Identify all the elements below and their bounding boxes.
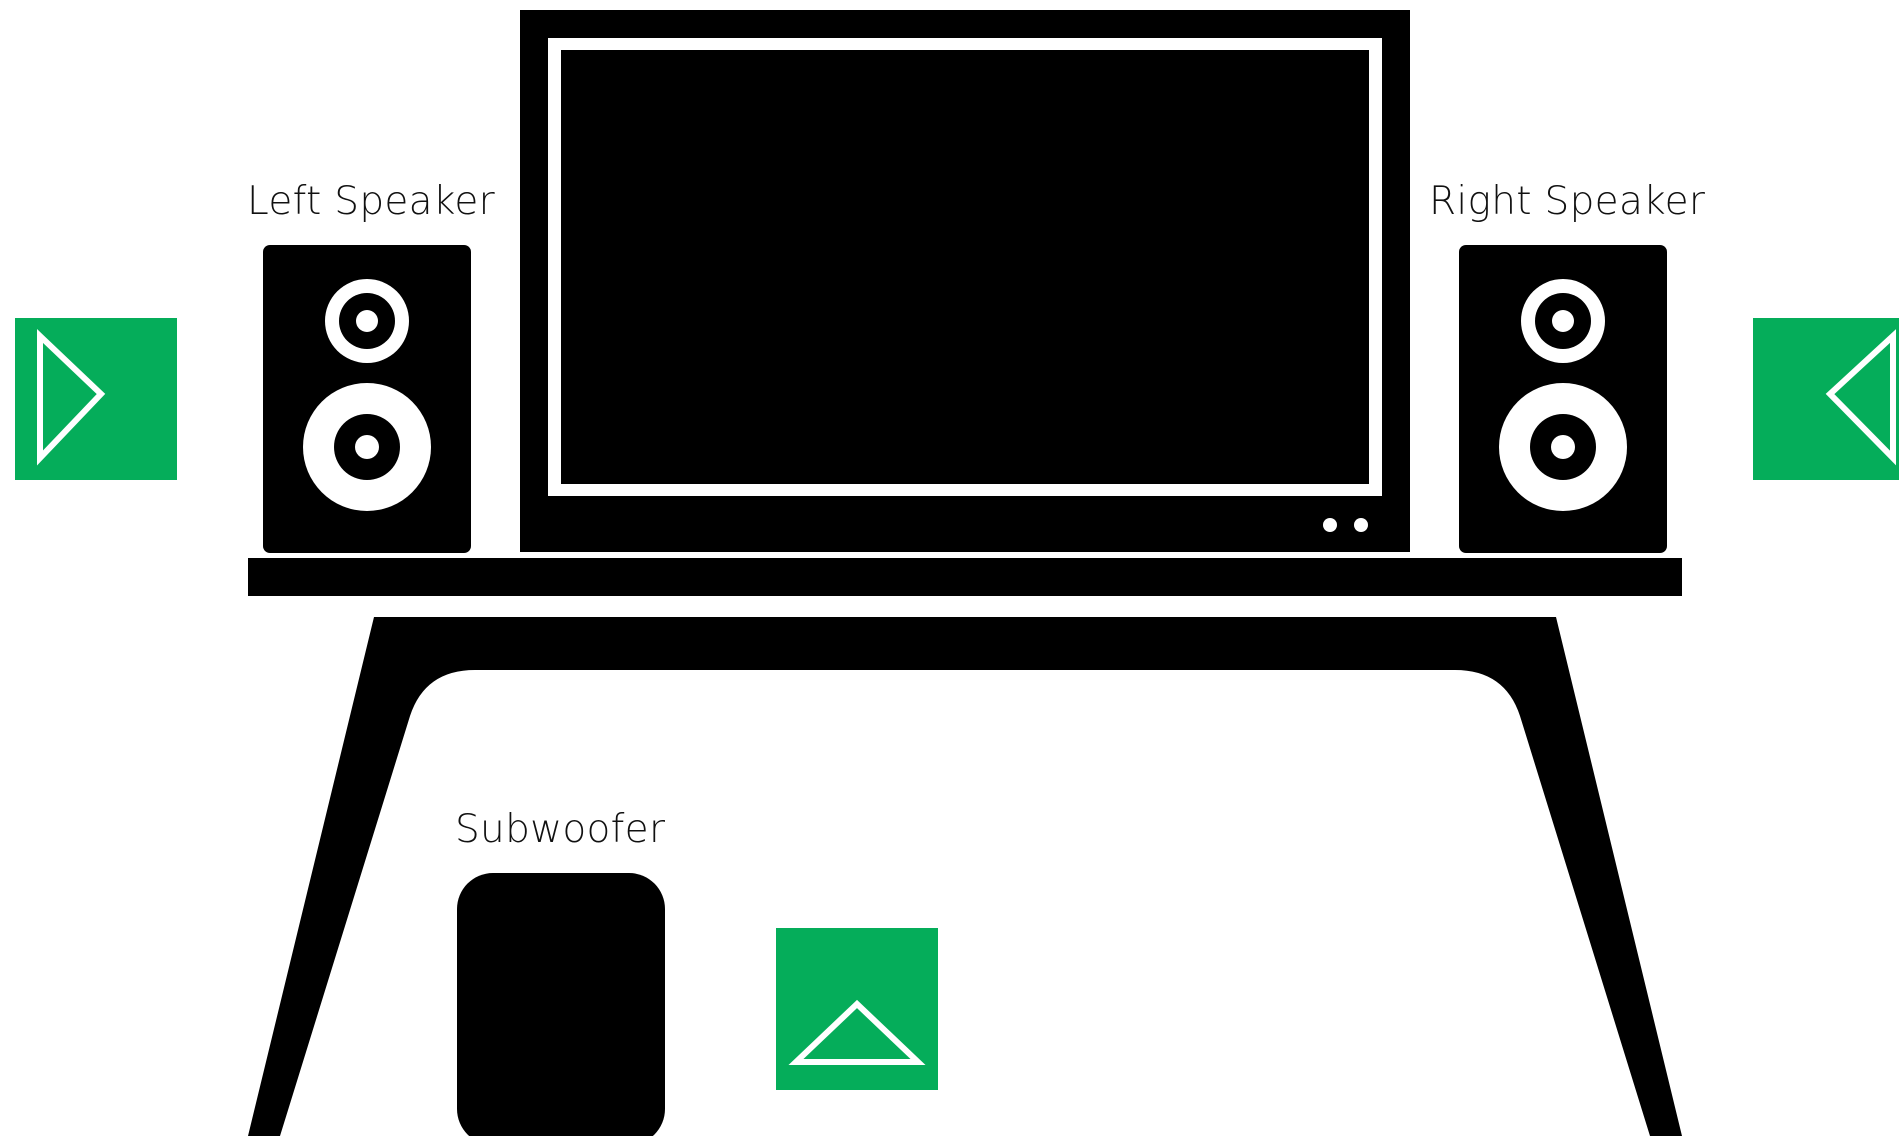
scene-illustration bbox=[248, 10, 1682, 1136]
right-speaker-woofer-center bbox=[1551, 435, 1575, 459]
subwoofer-cabinet bbox=[457, 873, 665, 1136]
up-triangle-icon bbox=[788, 999, 926, 1065]
left-speaker-woofer-center bbox=[355, 435, 379, 459]
media-shelf bbox=[248, 558, 1682, 596]
left-speaker bbox=[263, 245, 471, 553]
subwoofer-label: Subwoofer bbox=[455, 807, 666, 852]
left-speaker-tweeter-center bbox=[356, 310, 378, 332]
tv-indicator-light bbox=[1323, 518, 1337, 532]
tv-screen bbox=[561, 50, 1369, 484]
right-speaker-arrow-button[interactable] bbox=[1753, 318, 1899, 480]
right-speaker-label: Right Speaker bbox=[1429, 179, 1706, 224]
play-right-triangle-icon bbox=[37, 329, 106, 466]
tv-indicator-light bbox=[1354, 518, 1368, 532]
subwoofer-arrow-button[interactable] bbox=[776, 928, 938, 1090]
left-speaker-label: Left Speaker bbox=[247, 179, 495, 224]
tv bbox=[520, 10, 1410, 552]
left-speaker-arrow-button[interactable] bbox=[15, 318, 177, 480]
right-speaker-tweeter-center bbox=[1552, 310, 1574, 332]
right-speaker bbox=[1459, 245, 1667, 553]
play-left-triangle-icon bbox=[1825, 329, 1896, 466]
home-theater-scene: Left Speaker Right Speaker Subwoofer bbox=[0, 0, 1899, 1136]
